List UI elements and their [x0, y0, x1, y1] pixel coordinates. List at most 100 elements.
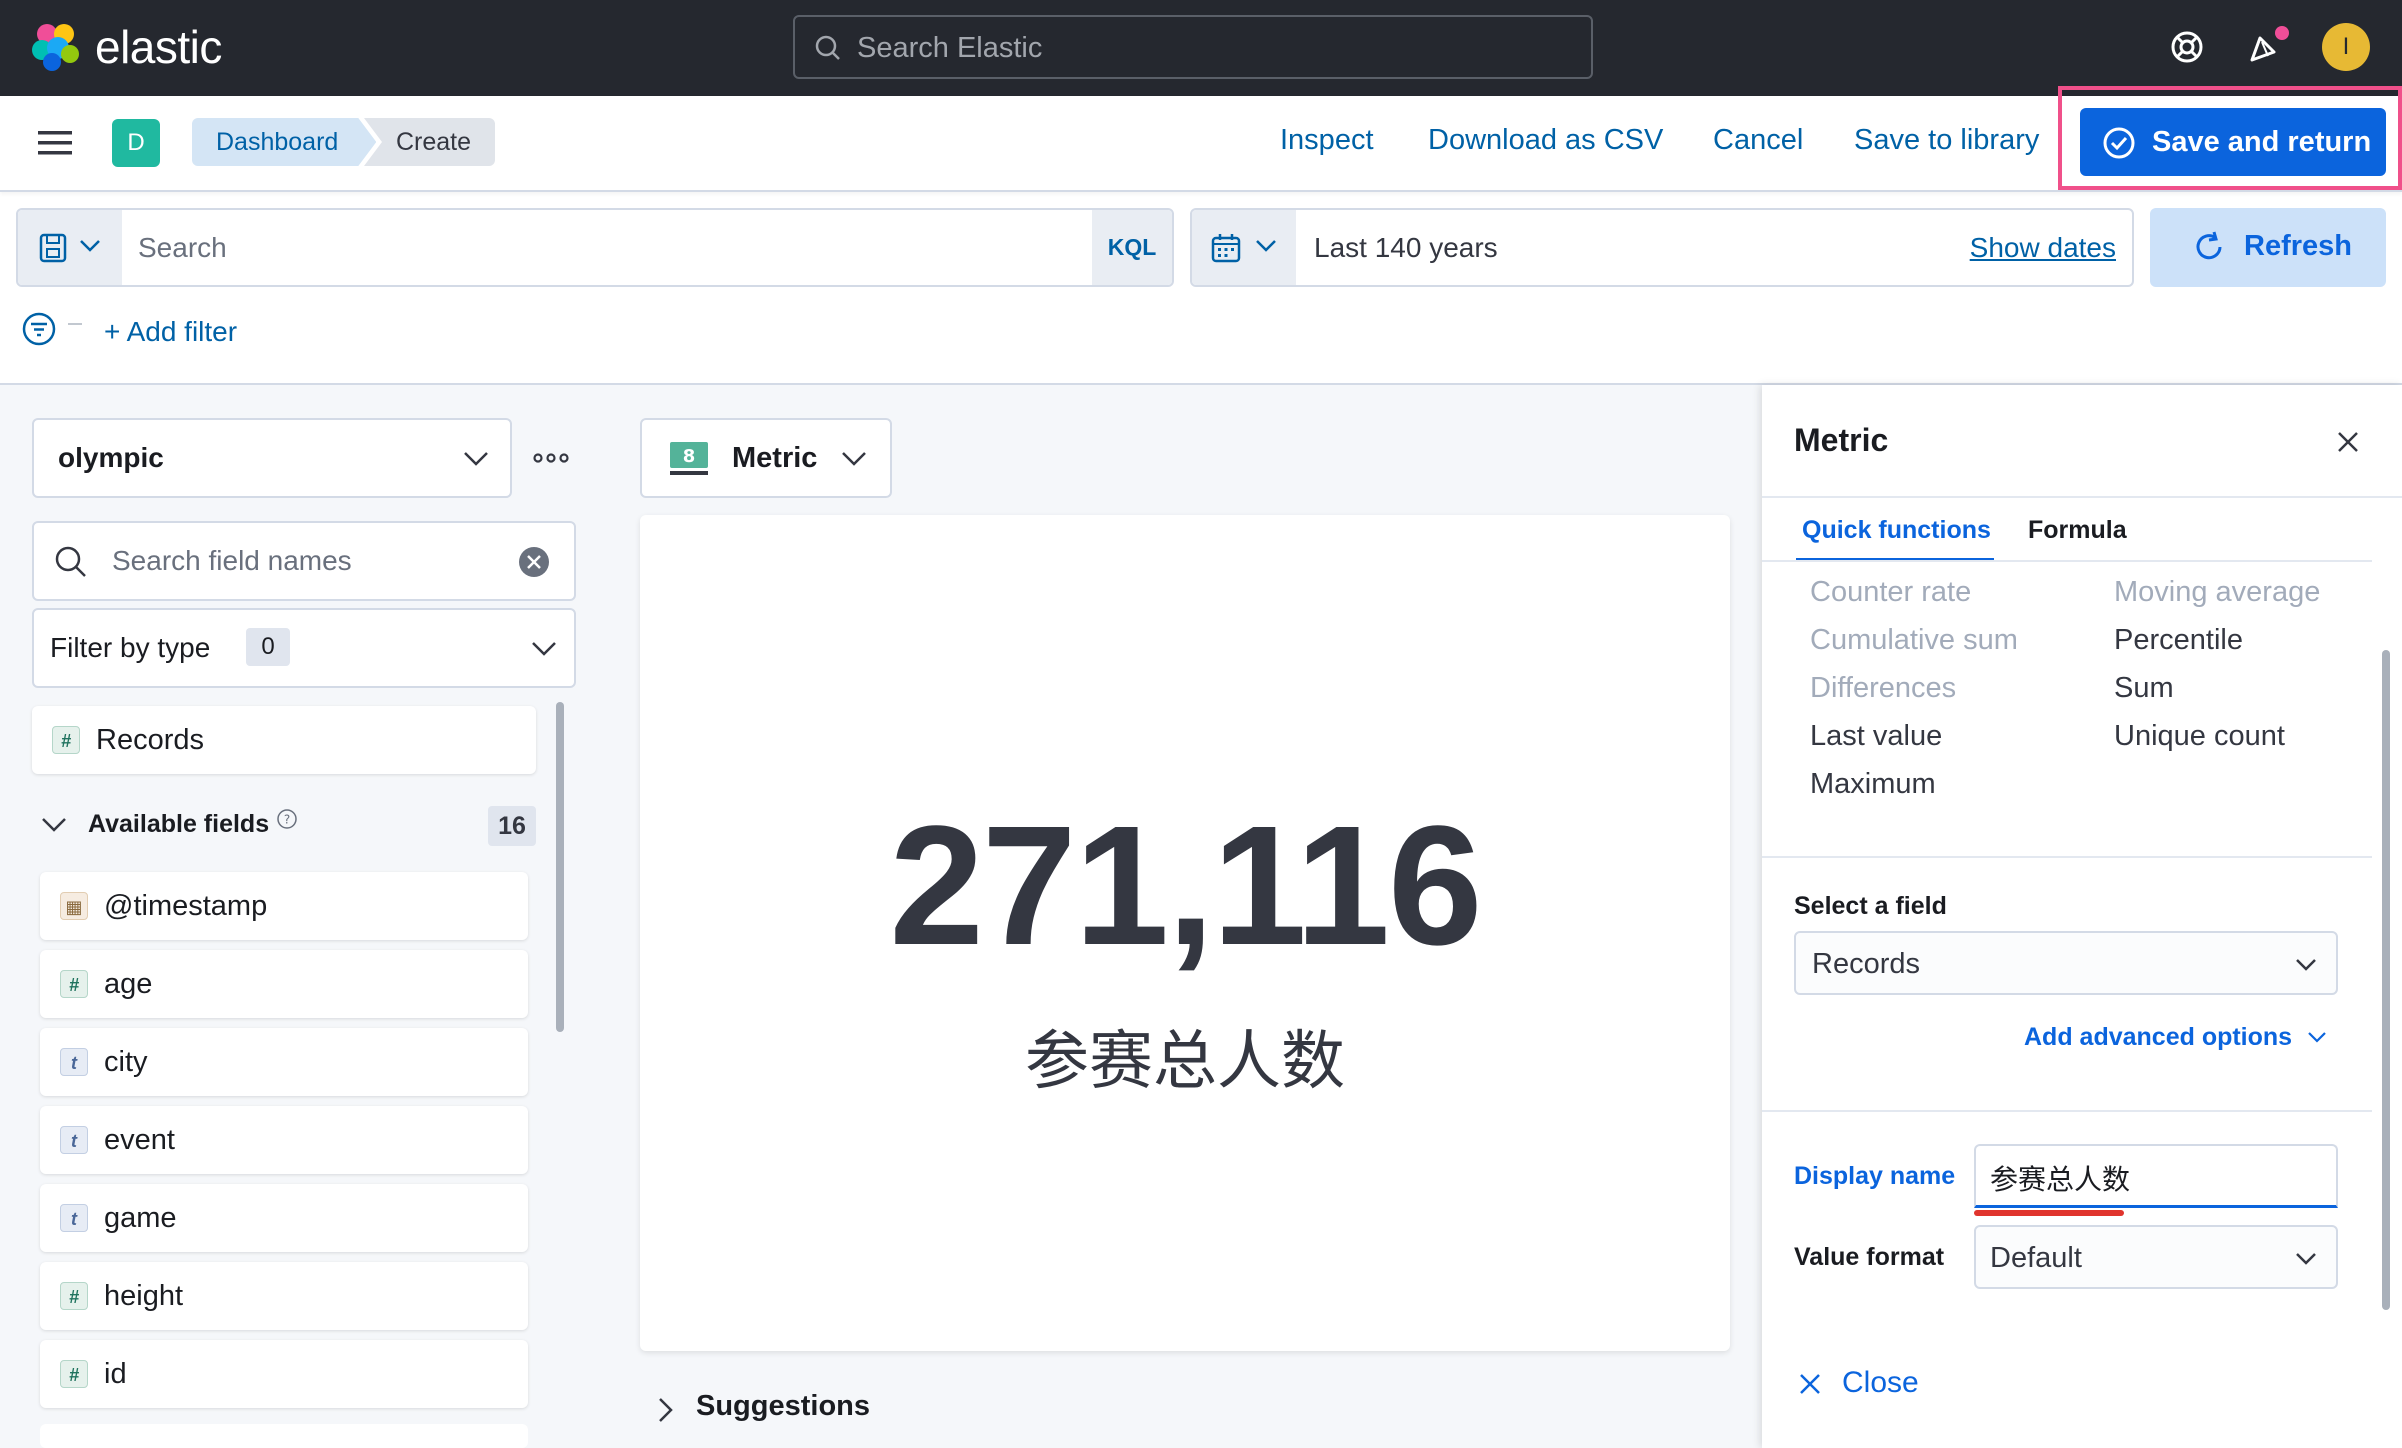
sidebar-scrollbar[interactable]: [556, 702, 564, 1032]
logo-text: elastic: [95, 21, 222, 73]
flyout-title: Metric: [1794, 422, 1889, 458]
function-cumulative-sum[interactable]: Cumulative sum: [1810, 624, 2020, 657]
field-name: Records: [96, 724, 204, 756]
chart-type-switcher[interactable]: 8 Metric: [640, 418, 892, 498]
field-name: id: [104, 1358, 127, 1390]
tab-formula[interactable]: Formula: [2028, 516, 2127, 545]
chevron-down-icon: [530, 640, 558, 658]
breadcrumb-dashboard[interactable]: Dashboard: [192, 118, 376, 166]
menu-icon[interactable]: [36, 128, 74, 158]
field-select[interactable]: Records: [1794, 931, 2338, 995]
svg-text:?: ?: [284, 813, 290, 827]
field-item-city[interactable]: t city: [40, 1028, 528, 1096]
close-icon[interactable]: [2334, 428, 2362, 456]
divider: [1762, 1110, 2372, 1112]
user-avatar[interactable]: I: [2322, 23, 2370, 71]
function-sum[interactable]: Sum: [2114, 672, 2174, 705]
function-differences[interactable]: Differences: [1810, 672, 1956, 705]
select-field-label: Select a field: [1794, 892, 1947, 920]
refresh-button[interactable]: Refresh: [2150, 208, 2386, 287]
show-dates-link[interactable]: Show dates: [1970, 232, 2116, 264]
global-search-input[interactable]: Search Elastic: [793, 15, 1593, 79]
display-name-label: Display name: [1794, 1162, 1956, 1190]
number-token-icon: #: [52, 726, 80, 754]
inspect-link[interactable]: Inspect: [1280, 124, 1374, 157]
display-name-input[interactable]: 参赛总人数: [1974, 1144, 2338, 1208]
number-token-icon: #: [60, 1282, 88, 1310]
field-item-game[interactable]: t game: [40, 1184, 528, 1252]
info-icon[interactable]: ?: [276, 808, 298, 830]
save-to-library-link[interactable]: Save to library: [1854, 124, 2039, 157]
function-counter-rate[interactable]: Counter rate: [1810, 576, 1971, 609]
calendar-icon: [1210, 232, 1242, 264]
help-icon[interactable]: [2168, 28, 2206, 66]
query-bar: Search KQL: [16, 208, 1174, 287]
elastic-logo-icon[interactable]: [30, 20, 82, 72]
close-flyout-button[interactable]: Close: [1842, 1366, 1919, 1400]
number-token-icon: #: [60, 970, 88, 998]
clear-icon[interactable]: [518, 546, 550, 578]
field-name: event: [104, 1124, 175, 1156]
available-fields-header[interactable]: Available fields ? 16: [40, 806, 536, 846]
available-fields-count: 16: [488, 806, 536, 846]
flyout-scrollbar[interactable]: [2382, 650, 2390, 1310]
date-token-icon: ▦: [60, 892, 88, 920]
string-token-icon: t: [60, 1126, 88, 1154]
metric-label: 参赛总人数: [1025, 1025, 1345, 1097]
date-picker: Last 140 years Show dates: [1190, 208, 2134, 287]
field-item-timestamp[interactable]: ▦ @timestamp: [40, 872, 528, 940]
save-and-return-button[interactable]: Save and return: [2080, 108, 2386, 176]
search-placeholder: Search Elastic: [857, 32, 1043, 64]
field-item-age[interactable]: # age: [40, 950, 528, 1018]
more-options-icon[interactable]: [532, 446, 570, 470]
news-feed-icon[interactable]: [2246, 26, 2290, 66]
chevron-down-icon: [462, 450, 490, 468]
chart-type-label: Metric: [732, 442, 818, 474]
save-and-return-label: Save and return: [2152, 126, 2372, 158]
add-filter-button[interactable]: + Add filter: [104, 316, 237, 348]
field-name: city: [104, 1046, 148, 1078]
download-csv-link[interactable]: Download as CSV: [1428, 124, 1663, 157]
function-moving-average[interactable]: Moving average: [2114, 576, 2324, 609]
refresh-icon: [2192, 230, 2226, 264]
tab-quick-functions[interactable]: Quick functions: [1802, 516, 1991, 545]
index-pattern-select[interactable]: olympic: [32, 418, 512, 498]
field-select-value: Records: [1812, 948, 1920, 980]
field-item-records[interactable]: # Records: [32, 706, 536, 774]
field-item-id[interactable]: # id: [40, 1340, 528, 1408]
cancel-link[interactable]: Cancel: [1713, 124, 1803, 157]
add-advanced-options-link[interactable]: Add advanced options: [2024, 1023, 2292, 1052]
divider: [1762, 496, 2402, 498]
field-item-partial: [40, 1424, 528, 1448]
available-fields-label: Available fields: [88, 810, 270, 838]
query-search-input[interactable]: Search: [138, 232, 227, 264]
time-range-text[interactable]: Last 140 years: [1314, 232, 1498, 264]
chevron-right-icon[interactable]: [656, 1396, 676, 1424]
field-name: @timestamp: [104, 890, 268, 922]
field-search-placeholder: Search field names: [112, 545, 352, 576]
function-unique-count[interactable]: Unique count: [2114, 720, 2285, 753]
space-avatar[interactable]: D: [112, 119, 160, 167]
field-item-event[interactable]: t event: [40, 1106, 528, 1174]
close-icon[interactable]: [1796, 1370, 1824, 1398]
function-percentile[interactable]: Percentile: [2114, 624, 2243, 657]
kql-toggle-button[interactable]: KQL: [1092, 210, 1172, 285]
divider: [1762, 856, 2372, 858]
field-search-input[interactable]: Search field names: [32, 521, 576, 601]
number-token-icon: #: [60, 1360, 88, 1388]
saved-query-button[interactable]: [18, 210, 122, 285]
value-format-select[interactable]: Default: [1974, 1225, 2338, 1289]
function-last-value[interactable]: Last value: [1810, 720, 1942, 753]
function-maximum[interactable]: Maximum: [1810, 768, 1936, 801]
chevron-down-icon: [40, 816, 68, 834]
string-token-icon: t: [60, 1204, 88, 1232]
field-name: age: [104, 968, 153, 1000]
quick-menu-button[interactable]: [1192, 210, 1296, 285]
filter-icon[interactable]: [22, 312, 86, 346]
value-format-label: Value format: [1794, 1243, 1945, 1271]
suggestions-toggle[interactable]: Suggestions: [696, 1390, 870, 1423]
filter-by-type-button[interactable]: Filter by type 0: [32, 608, 576, 688]
metric-chart-icon: 8: [666, 440, 712, 476]
field-item-height[interactable]: # height: [40, 1262, 528, 1330]
chevron-down-icon[interactable]: [2306, 1030, 2328, 1044]
